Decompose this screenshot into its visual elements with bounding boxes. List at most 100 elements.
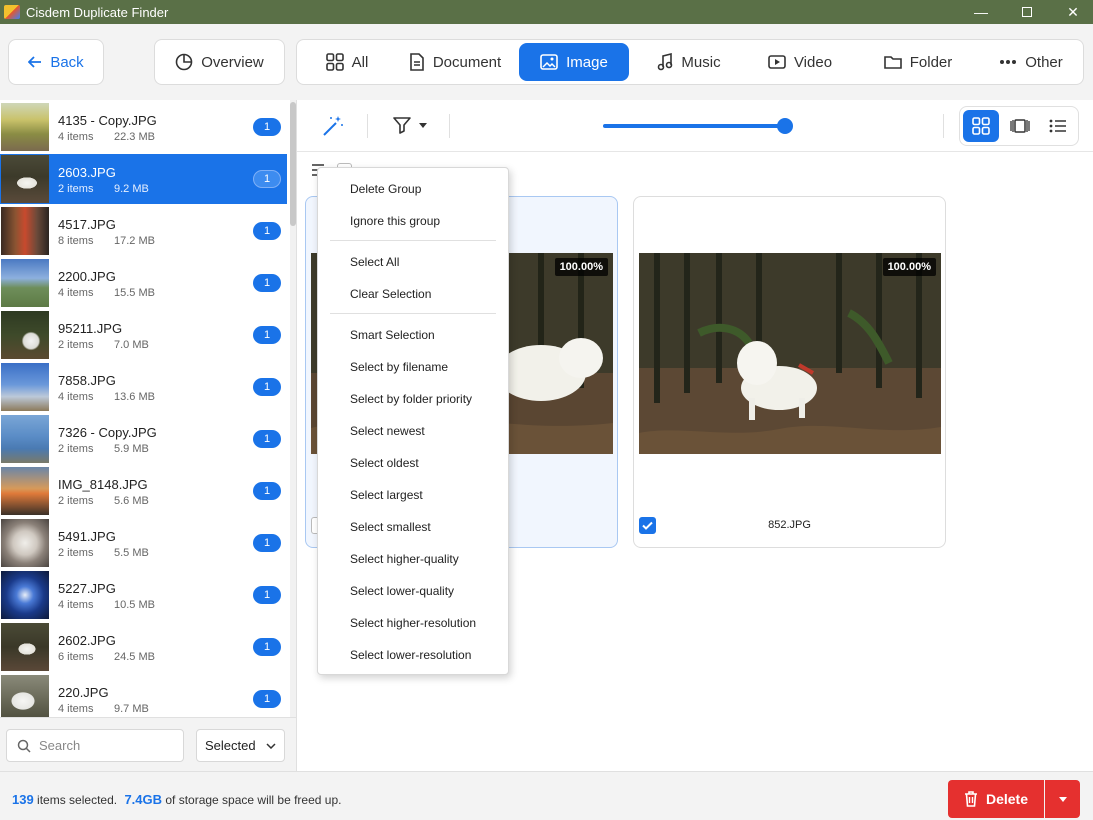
minimize-button[interactable]: — — [958, 0, 1004, 24]
more-icon — [999, 59, 1017, 65]
group-items: 4 items — [58, 390, 94, 403]
group-size: 10.5 MB — [114, 598, 155, 611]
delete-options-button[interactable] — [1045, 780, 1080, 818]
list-item[interactable]: 4517.JPG 8 items 17.2 MB 1 — [0, 206, 287, 256]
menu-item-ignore-group[interactable]: Ignore this group — [350, 211, 440, 231]
trash-icon — [964, 791, 978, 807]
menu-item-select-lower-resolution[interactable]: Select lower-resolution — [350, 645, 471, 665]
list-item[interactable]: 95211.JPG 2 items 7.0 MB 1 — [0, 310, 287, 360]
list-item[interactable]: IMG_8148.JPG 2 items 5.6 MB 1 — [0, 466, 287, 516]
thumbnail-image — [1, 155, 49, 203]
list-view-button[interactable] — [1040, 110, 1076, 142]
group-name: 2603.JPG — [58, 164, 116, 180]
menu-item-select-lower-quality[interactable]: Select lower-quality — [350, 581, 454, 601]
slider-thumb[interactable] — [777, 118, 793, 134]
menu-item-clear-selection[interactable]: Clear Selection — [350, 284, 431, 304]
image-card[interactable]: 100.00% 852.JPG — [633, 196, 946, 548]
list-item[interactable]: 4135 - Copy.JPG 4 items 22.3 MB 1 — [0, 102, 287, 152]
tab-folder[interactable]: Folder — [877, 43, 959, 81]
list-item[interactable]: 2603.JPG 2 items 9.2 MB 1 — [0, 154, 287, 204]
list-item[interactable]: 220.JPG 4 items 9.7 MB 1 — [0, 674, 287, 717]
similarity-badge: 100.00% — [882, 258, 936, 276]
menu-item-select-by-filename[interactable]: Select by filename — [350, 357, 448, 377]
search-icon — [17, 739, 31, 753]
tab-video[interactable]: Video — [763, 43, 837, 81]
chevron-down-icon — [266, 742, 276, 749]
tab-document[interactable]: Document — [403, 43, 507, 81]
tab-music[interactable]: Music — [649, 43, 729, 81]
filter-select[interactable]: Selected — [196, 729, 285, 762]
grid-view-button[interactable] — [963, 110, 999, 142]
menu-item-select-smallest[interactable]: Select smallest — [350, 517, 431, 537]
maximize-button[interactable] — [1004, 0, 1050, 24]
menu-item-select-oldest[interactable]: Select oldest — [350, 453, 419, 473]
list-item[interactable]: 5227.JPG 4 items 10.5 MB 1 — [0, 570, 287, 620]
menu-item-select-newest[interactable]: Select newest — [350, 421, 425, 441]
music-icon — [657, 53, 673, 71]
grid-view-icon — [972, 117, 990, 135]
group-size: 7.0 MB — [114, 338, 149, 351]
search-input[interactable] — [39, 738, 169, 753]
group-items: 4 items — [58, 286, 94, 299]
group-name: 2602.JPG — [58, 632, 116, 648]
similarity-badge: 100.00% — [554, 258, 608, 276]
group-context-menu: Delete Group Ignore this group Select Al… — [317, 167, 509, 675]
menu-item-delete-group[interactable]: Delete Group — [350, 179, 421, 199]
group-name: 220.JPG — [58, 684, 109, 700]
back-button[interactable]: Back — [8, 39, 104, 85]
menu-item-select-all[interactable]: Select All — [350, 252, 399, 272]
thumbnail-image — [1, 415, 49, 463]
tab-image[interactable]: Image — [519, 43, 629, 81]
list-item[interactable]: 7326 - Copy.JPG 2 items 5.9 MB 1 — [0, 414, 287, 464]
thumbnail-image — [1, 571, 49, 619]
list-item[interactable]: 2602.JPG 6 items 24.5 MB 1 — [0, 622, 287, 672]
group-items: 2 items — [58, 338, 94, 351]
list-item[interactable]: 5491.JPG 2 items 5.5 MB 1 — [0, 518, 287, 568]
magic-wand-button[interactable] — [321, 114, 345, 141]
menu-item-smart-selection[interactable]: Smart Selection — [350, 325, 435, 345]
tab-all[interactable]: All — [315, 43, 379, 81]
group-items: 2 items — [58, 442, 94, 455]
toolbar-divider — [943, 114, 944, 138]
tab-label: Music — [681, 53, 721, 71]
group-items: 4 items — [58, 702, 94, 715]
filter-button[interactable] — [393, 116, 427, 134]
group-size: 17.2 MB — [114, 234, 155, 247]
thumbnail-size-slider[interactable] — [603, 124, 785, 128]
menu-item-select-higher-quality[interactable]: Select higher-quality — [350, 549, 459, 569]
close-button[interactable]: ✕ — [1050, 0, 1093, 24]
window-title: Cisdem Duplicate Finder — [26, 4, 169, 20]
overview-button[interactable]: Overview — [154, 39, 285, 85]
menu-item-select-largest[interactable]: Select largest — [350, 485, 423, 505]
back-label: Back — [50, 53, 84, 71]
group-size: 5.6 MB — [114, 494, 149, 507]
search-box[interactable] — [6, 729, 184, 762]
list-item[interactable]: 7858.JPG 4 items 13.6 MB 1 — [0, 362, 287, 412]
app-logo-icon — [4, 5, 20, 19]
group-name: 4135 - Copy.JPG — [58, 112, 157, 128]
group-items: 2 items — [58, 182, 94, 195]
group-count-badge: 1 — [253, 378, 281, 396]
freed-size-suffix: of storage space will be freed up. — [165, 793, 342, 807]
thumbnail-image — [1, 519, 49, 567]
group-count-badge: 1 — [253, 274, 281, 292]
group-count-badge: 1 — [253, 222, 281, 240]
menu-item-select-by-folder-priority[interactable]: Select by folder priority — [350, 389, 472, 409]
list-item[interactable]: 2200.JPG 4 items 15.5 MB 1 — [0, 258, 287, 308]
magic-wand-icon — [321, 114, 345, 138]
view-mode-switcher — [959, 106, 1079, 146]
delete-button[interactable]: Delete — [948, 780, 1044, 818]
sidebar-footer: Selected — [0, 717, 296, 771]
group-items: 8 items — [58, 234, 94, 247]
group-items: 4 items — [58, 598, 94, 611]
menu-item-select-higher-resolution[interactable]: Select higher-resolution — [350, 613, 476, 633]
group-count-badge: 1 — [253, 638, 281, 656]
image-filename: 852.JPG — [768, 519, 811, 531]
tab-other[interactable]: Other — [991, 43, 1071, 81]
compare-view-button[interactable] — [1002, 110, 1038, 142]
group-name: 4517.JPG — [58, 216, 116, 232]
thumbnail-image — [1, 467, 49, 515]
tab-label: Folder — [909, 53, 953, 71]
group-count-badge: 1 — [253, 482, 281, 500]
title-bar: Cisdem Duplicate Finder — ✕ — [0, 0, 1093, 24]
